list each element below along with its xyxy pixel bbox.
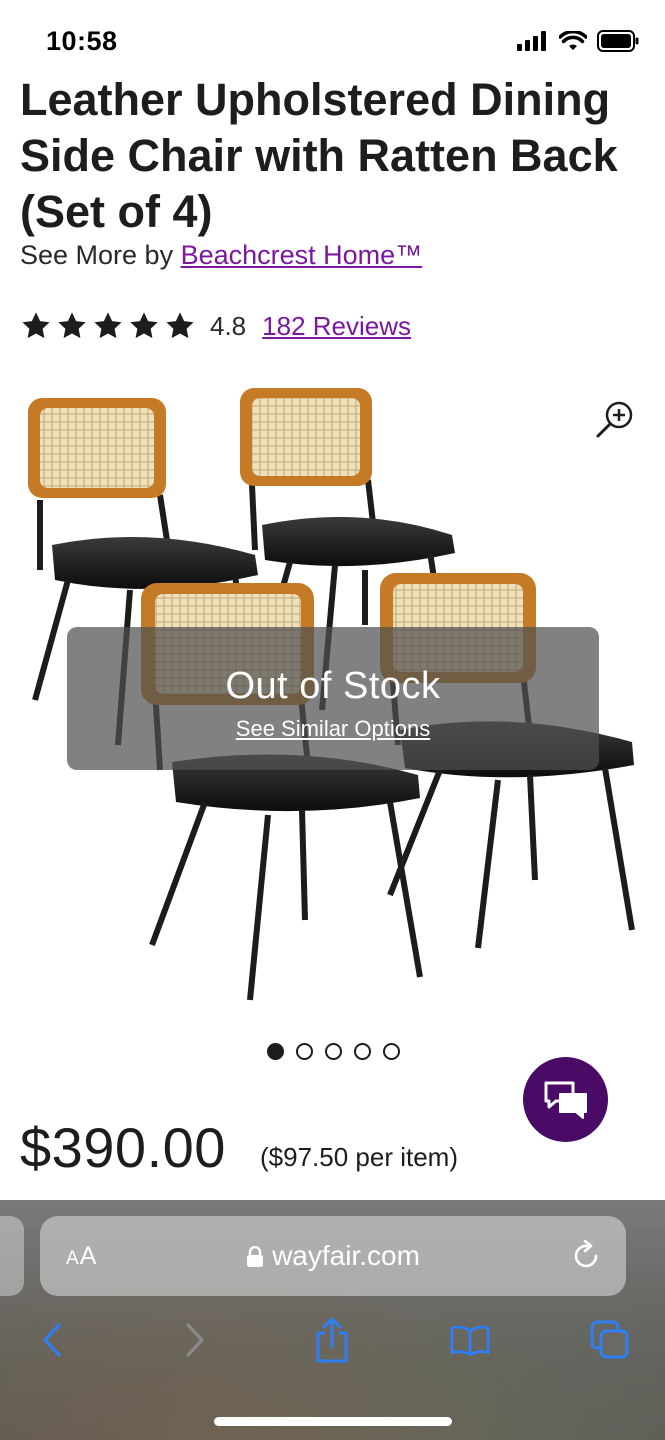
reload-icon[interactable] — [572, 1239, 602, 1277]
previous-tab-peek[interactable] — [0, 1216, 24, 1296]
rating-value: 4.8 — [210, 310, 247, 341]
carousel-dot[interactable] — [354, 1043, 371, 1060]
star-icon — [58, 312, 86, 339]
star-icon — [22, 312, 50, 339]
brand-byline: See More by Beachcrest Home™ — [20, 240, 422, 271]
carousel-dots — [267, 1043, 400, 1060]
chat-icon — [544, 1081, 587, 1119]
rating-row: 4.8 182 Reviews — [20, 306, 411, 346]
url-text: wayfair.com — [272, 1240, 420, 1271]
zoom-in-icon[interactable] — [595, 398, 637, 440]
carousel-dot[interactable] — [296, 1043, 313, 1060]
tabs-icon[interactable] — [590, 1318, 630, 1362]
star-icon — [166, 312, 194, 339]
battery-icon — [597, 30, 639, 57]
address-bar[interactable]: AA wayfair.com — [40, 1216, 626, 1296]
carousel-dot[interactable] — [383, 1043, 400, 1060]
chat-button[interactable] — [523, 1057, 608, 1142]
brand-link[interactable]: Beachcrest Home™ — [181, 240, 423, 270]
browser-toolbar — [0, 1317, 665, 1368]
see-similar-options-link[interactable]: See Similar Options — [236, 716, 430, 742]
byline-prefix: See More by — [20, 240, 181, 270]
wifi-icon — [558, 29, 588, 56]
home-indicator — [214, 1417, 452, 1426]
status-icons — [517, 29, 639, 57]
status-bar: 10:58 — [0, 0, 665, 72]
cellular-signal-icon — [517, 31, 549, 56]
bookmarks-icon[interactable] — [450, 1318, 490, 1362]
share-icon[interactable] — [312, 1317, 352, 1363]
url-display[interactable]: wayfair.com — [40, 1240, 626, 1275]
browser-bottom-bar: AA wayfair.com — [0, 1200, 665, 1440]
price: $390.00 — [20, 1116, 226, 1179]
forward-icon[interactable] — [175, 1318, 215, 1362]
out-of-stock-label: Out of Stock — [225, 665, 441, 707]
back-icon[interactable] — [32, 1318, 72, 1362]
star-icon — [130, 312, 158, 339]
price-per-item: ($97.50 per item) — [260, 1142, 458, 1172]
lock-icon — [246, 1243, 264, 1275]
carousel-dot[interactable] — [267, 1043, 284, 1060]
carousel-dot[interactable] — [325, 1043, 342, 1060]
status-time: 10:58 — [46, 26, 118, 56]
out-of-stock-overlay: Out of Stock See Similar Options — [67, 627, 599, 770]
star-rating — [20, 310, 196, 342]
product-title: Leather Upholstered Dining Side Chair wi… — [20, 74, 618, 237]
reviews-link[interactable]: 182 Reviews — [262, 311, 411, 342]
star-icon — [94, 312, 122, 339]
